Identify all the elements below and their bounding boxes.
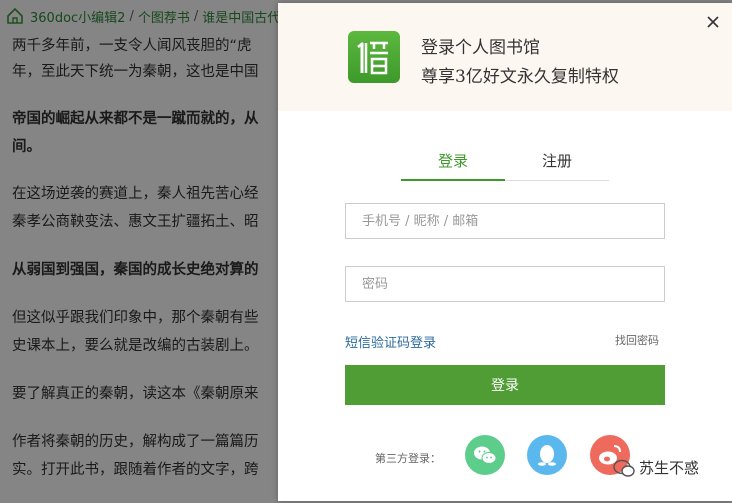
modal-header: 登录个人图书馆 尊享3亿好文永久复制特权 <box>278 3 732 111</box>
third-party-label: 第三方登录： <box>375 452 441 465</box>
tab-register[interactable]: 注册 <box>505 150 609 179</box>
tab-login[interactable]: 登录 <box>401 150 505 181</box>
username-input[interactable] <box>345 203 665 239</box>
modal-subtitle: 尊享3亿好文永久复制特权 <box>421 67 619 87</box>
close-icon[interactable] <box>706 15 720 29</box>
wechat-icon[interactable] <box>465 435 505 475</box>
login-modal: 登录个人图书馆 尊享3亿好文永久复制特权 登录 注册 短信验证码登录 找回密码 … <box>278 3 732 501</box>
watermark: 苏生不惑 <box>613 457 699 478</box>
forgot-password-link[interactable]: 找回密码 <box>615 332 659 348</box>
watermark-text: 苏生不惑 <box>639 459 700 477</box>
login-tabs: 登录 注册 <box>401 150 609 181</box>
watermark-logo-icon <box>613 459 635 477</box>
login-button[interactable]: 登录 <box>345 365 665 405</box>
password-input[interactable] <box>345 266 665 302</box>
modal-title: 登录个人图书馆 <box>421 38 540 58</box>
library-logo-icon <box>348 31 400 83</box>
sms-login-link[interactable]: 短信验证码登录 <box>345 332 436 351</box>
qq-icon[interactable] <box>527 435 567 475</box>
